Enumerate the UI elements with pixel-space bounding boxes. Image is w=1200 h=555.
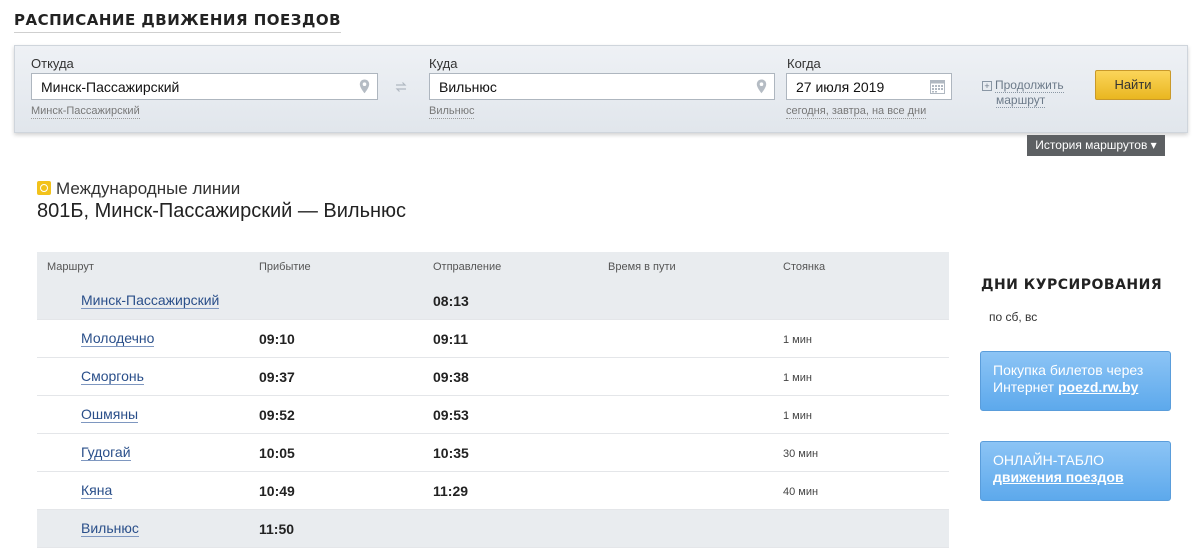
table-row: Кяна 10:49 11:29 40 мин [37,472,949,510]
swap-icon[interactable] [395,81,407,93]
stop-duration: 1 мин [783,372,812,384]
from-hint-link[interactable]: Минск-Пассажирский [31,105,140,119]
running-days-value: по сб, вс [989,310,1038,324]
station-link[interactable]: Минск-Пассажирский [81,293,220,309]
departure-time: 09:11 [433,331,469,347]
station-link[interactable]: Кяна [81,483,113,499]
continue-route-line2: маршрут [996,93,1046,108]
column-header: Время в пути [608,261,676,273]
when-label: Когда [787,56,821,71]
stop-duration: 1 мин [783,334,812,346]
location-pin-icon [359,79,370,94]
station-link[interactable]: Вильнюс [81,521,139,537]
online-board-link[interactable]: движения поездов [993,469,1124,485]
station-link[interactable]: Сморгонь [81,369,144,385]
arrival-time: 09:52 [259,407,295,423]
running-days-title: Дни курсирования [981,277,1162,293]
train-title: 801Б, Минск-Пассажирский — Вильнюс [37,200,407,222]
buy-tickets-link[interactable]: poezd.rw.by [1058,379,1138,395]
arrival-time: 09:37 [259,369,295,385]
table-row: Минск-Пассажирский 08:13 [37,282,949,320]
departure-time: 08:13 [433,293,469,309]
continue-route-link[interactable]: + Продолжить маршрут [982,78,1064,108]
arrival-time: 11:50 [259,521,295,537]
column-header: Маршрут [47,261,94,273]
table-row: Гудогай 10:05 10:35 30 мин [37,434,949,472]
departure-time: 09:53 [433,407,469,423]
from-label: Откуда [31,56,74,71]
online-board-banner[interactable]: ОНЛАЙН-ТАБЛО движения поездов [980,441,1171,501]
international-lines-icon [37,181,51,195]
table-row: Вильнюс 11:50 [37,510,949,548]
online-board-line1: ОНЛАЙН-ТАБЛО [993,452,1105,468]
buy-tickets-prefix: Интернет [993,379,1055,395]
arrival-time: 10:49 [259,483,295,499]
continue-route-line1: Продолжить [995,78,1064,93]
departure-time: 09:38 [433,369,469,385]
stop-duration: 40 мин [783,486,819,498]
date-input[interactable]: 27 июля 2019 [786,73,952,100]
to-hint-link[interactable]: Вильнюс [429,105,475,119]
timetable: Маршрут Прибытие Отправление Время в пут… [37,252,949,548]
arrival-time: 10:05 [259,445,295,461]
arrival-time: 09:10 [259,331,295,347]
buy-tickets-line1: Покупка билетов через [993,362,1144,378]
running-days-title-text: Дни курсирования [981,277,1163,293]
to-label: Куда [429,56,458,71]
station-link[interactable]: Молодечно [81,331,155,347]
search-panel: Откуда Минск-Пассажирский Минск-Пассажир… [14,45,1188,133]
to-input-value: Вильнюс [439,79,497,95]
location-pin-icon [756,79,767,94]
stop-duration: 1 мин [783,410,812,422]
from-input[interactable]: Минск-Пассажирский [31,73,378,100]
plus-icon: + [982,81,992,91]
buy-tickets-banner[interactable]: Покупка билетов через Интернет poezd.rw.… [980,351,1171,411]
page-title: Расписание движения поездов [14,11,341,33]
from-input-value: Минск-Пассажирский [41,79,180,95]
departure-time: 10:35 [433,445,469,461]
train-category: Международные линии [37,179,240,199]
column-header: Стоянка [783,261,826,273]
table-row: Молодечно 09:10 09:11 1 мин [37,320,949,358]
train-category-label: Международные линии [56,179,241,198]
departure-time: 11:29 [433,483,469,499]
calendar-icon[interactable] [930,80,945,94]
station-link[interactable]: Ошмяны [81,407,139,423]
column-header: Отправление [433,261,502,273]
table-row: Ошмяны 09:52 09:53 1 мин [37,396,949,434]
table-row: Сморгонь 09:37 09:38 1 мин [37,358,949,396]
stop-duration: 30 мин [783,448,819,460]
to-input[interactable]: Вильнюс [429,73,775,100]
column-header: Прибытие [259,261,311,273]
find-button[interactable]: Найти [1095,70,1171,100]
date-hint-link[interactable]: сегодня, завтра, на все дни [786,105,927,119]
route-history-button[interactable]: История маршрутов ▾ [1027,135,1165,156]
table-header: Маршрут Прибытие Отправление Время в пут… [37,252,949,282]
station-link[interactable]: Гудогай [81,445,131,461]
date-input-value: 27 июля 2019 [796,79,885,95]
